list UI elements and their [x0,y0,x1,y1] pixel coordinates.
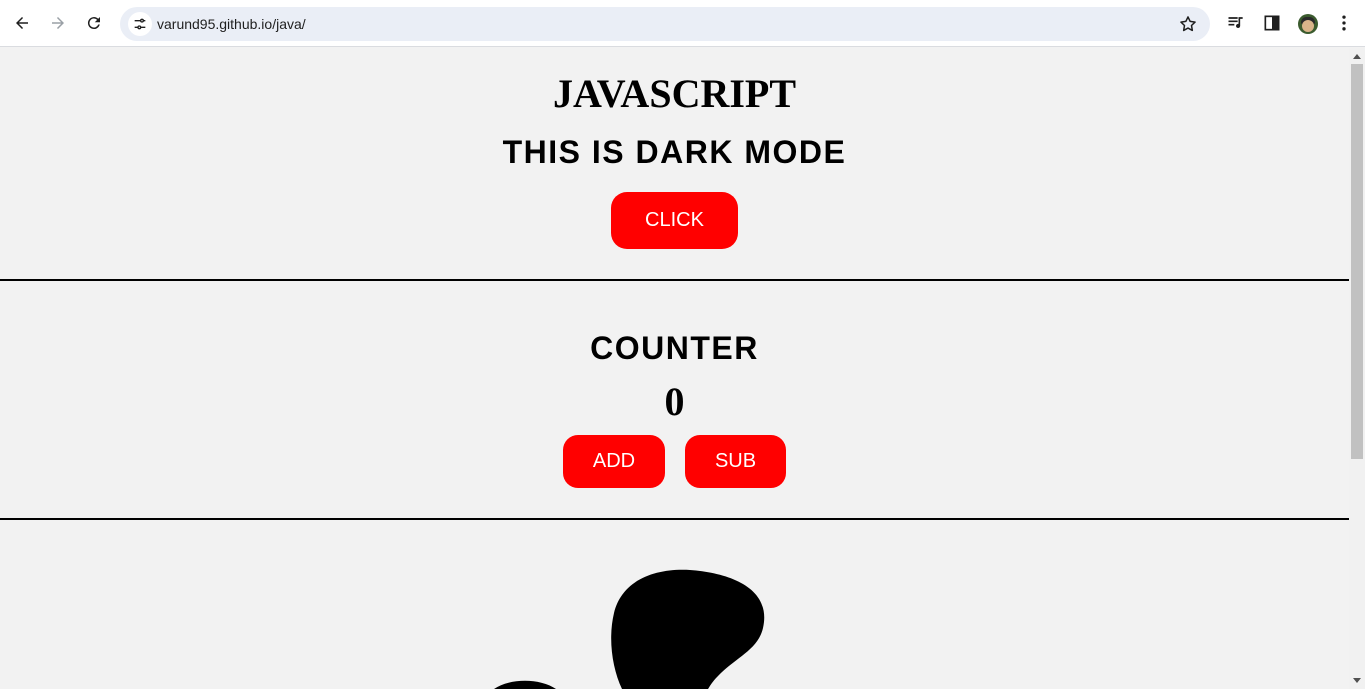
avatar-face [1302,20,1314,32]
page-title: JAVASCRIPT [552,71,797,116]
counter-heading: COUNTER [590,330,759,366]
side-panel-icon [1264,15,1280,31]
arrow-right-icon [52,17,64,29]
click-button[interactable]: CLICK [611,192,738,249]
mode-heading: THIS IS DARK MODE [502,134,847,170]
section-divider [0,518,1349,520]
page-content: JAVASCRIPT THIS IS DARK MODE CLICK COUNT… [0,48,1349,689]
forward-button[interactable] [43,8,73,38]
browser-toolbar: varund95.github.io/java/ [0,0,1365,47]
back-button[interactable] [7,8,37,38]
section-divider [0,279,1349,281]
avatar[interactable] [1298,14,1318,34]
playlist-icon [1228,17,1243,28]
arrow-left-icon [16,17,28,29]
counter-value: 0 [664,379,685,424]
media-control-button[interactable] [1225,12,1247,34]
scroll-down-arrow-icon[interactable] [1353,678,1361,683]
reload-icon [87,17,100,30]
page-scrollbar[interactable] [1349,48,1365,689]
scrollbar-thumb[interactable] [1351,64,1363,459]
animated-blob-shape [494,569,765,689]
tune-icon [134,18,146,30]
kebab-menu-icon [1342,15,1346,31]
sub-button[interactable]: SUB [685,435,786,488]
side-panel-button[interactable] [1261,12,1283,34]
site-info-button[interactable] [128,12,152,36]
url-text[interactable]: varund95.github.io/java/ [157,7,306,41]
menu-button[interactable] [1333,12,1355,34]
star-icon[interactable] [1178,14,1198,34]
reload-button[interactable] [79,8,109,38]
add-button[interactable]: ADD [563,435,665,488]
scroll-up-arrow-icon[interactable] [1353,54,1361,59]
address-bar[interactable]: varund95.github.io/java/ [120,7,1210,41]
